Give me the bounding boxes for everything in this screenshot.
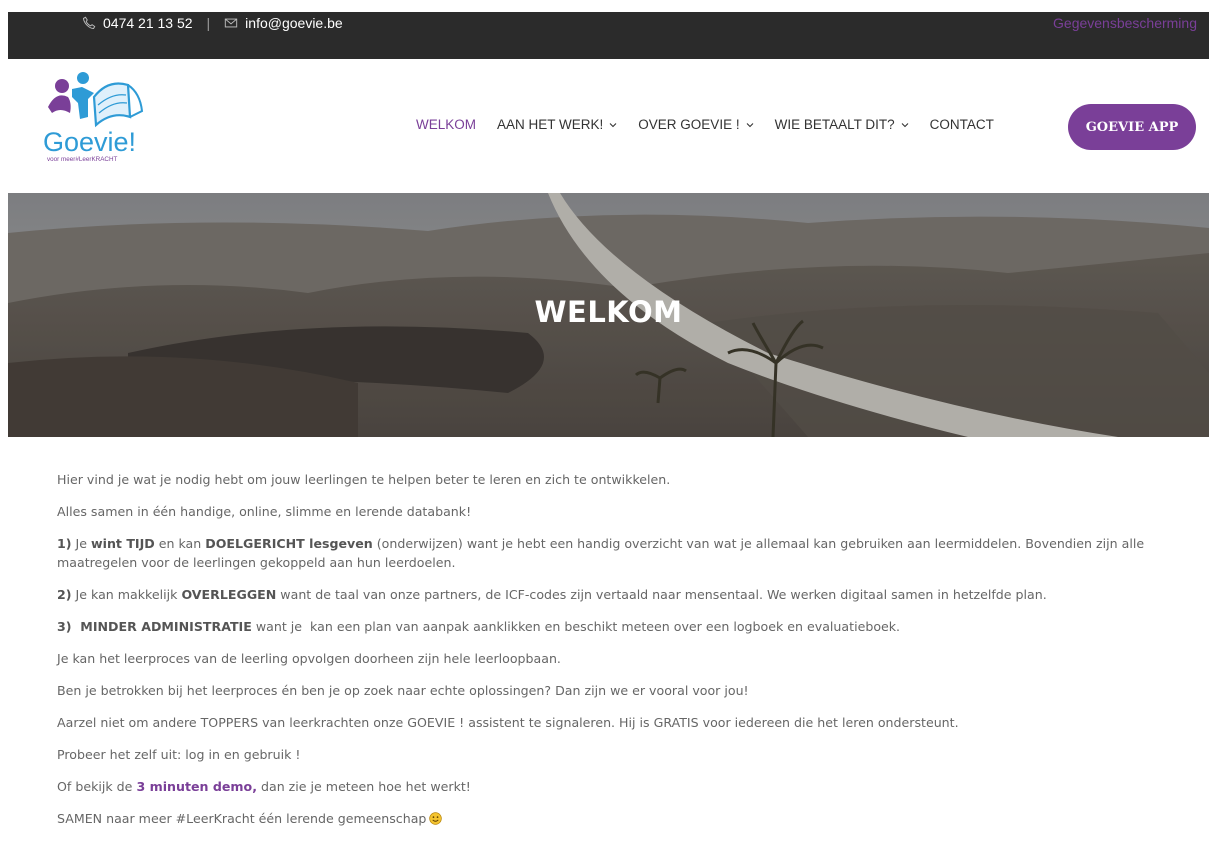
chevron-down-icon — [746, 122, 753, 127]
paragraph-probeer: Probeer het zelf uit: log in en gebruik … — [57, 747, 301, 762]
nav-item-welkom[interactable]: WELKOM — [416, 117, 476, 132]
main-content: Hier vind je wat je nodig hebt om jouw l… — [57, 470, 1197, 841]
point-number: 3) — [57, 619, 72, 634]
goevie-logo[interactable]: Goevie! voor meer#LeerKRACHT — [42, 67, 167, 163]
top-bar: 0474 21 13 52 | info@goevie.be Gegevensb… — [8, 12, 1209, 59]
logo-name: Goevie! — [43, 127, 136, 157]
logo-tagline: voor meer#LeerKRACHT — [47, 156, 117, 163]
nav-item-label: CONTACT — [929, 117, 994, 132]
chevron-down-icon — [901, 122, 908, 127]
paragraph-demo: Of bekijk de 3 minuten demo, dan zie je … — [57, 779, 471, 794]
nav-item-over-goevie[interactable]: OVER GOEVIE ! — [638, 117, 753, 132]
separator: | — [206, 15, 211, 31]
goevie-app-button[interactable]: GOEVIE APP — [1068, 104, 1196, 150]
nav-item-label: WIE BETAALT DIT? — [774, 117, 895, 132]
nav-item-contact[interactable]: CONTACT — [930, 117, 994, 132]
chevron-down-icon — [609, 122, 617, 127]
privacy-link[interactable]: Gegevensbescherming — [1053, 15, 1197, 31]
nav-item-aan-het-werk[interactable]: AAN HET WERK! — [497, 117, 617, 132]
paragraph-databank: Alles samen in één handige, online, slim… — [57, 504, 472, 519]
nav-item-label: WELKOM — [416, 117, 477, 132]
paragraph-point-2: 2) Je kan makkelijk OVERLEGGEN want de t… — [57, 587, 1047, 602]
main-nav: WELKOM AAN HET WERK! OVER GOEVIE ! WIE B… — [416, 117, 1015, 132]
site-header: Goevie! voor meer#LeerKRACHT WELKOM AAN … — [0, 59, 1209, 193]
phone-number[interactable]: 0474 21 13 52 — [103, 15, 193, 31]
nav-item-label: AAN HET WERK! — [497, 117, 604, 132]
nav-item-wie-betaalt-dit[interactable]: WIE BETAALT DIT? — [775, 117, 909, 132]
smiley-emoji-icon — [429, 812, 443, 825]
email-link[interactable]: info@goevie.be — [245, 15, 343, 31]
paragraph-intro: Hier vind je wat je nodig hebt om jouw l… — [57, 472, 671, 487]
point-number: 1) — [57, 536, 72, 551]
hero-banner: WELKOM — [8, 193, 1209, 437]
paragraph-point-3: 3) MINDER ADMINISTRATIE want je kan een … — [57, 619, 901, 634]
paragraph-leerloopbaan: Je kan het leerproces van de leerling op… — [57, 651, 561, 666]
paragraph-toppers: Aarzel niet om andere TOPPERS van leerkr… — [57, 715, 959, 730]
hero-title: WELKOM — [534, 295, 683, 329]
point-number: 2) — [57, 587, 72, 602]
demo-link[interactable]: 3 minuten demo, — [136, 779, 257, 794]
paragraph-point-1: 1) Je wint TIJD en kan DOELGERICHT lesge… — [57, 536, 1145, 570]
phone-icon — [82, 16, 96, 30]
nav-item-label: OVER GOEVIE ! — [638, 117, 740, 132]
paragraph-samen: SAMEN naar meer #LeerKracht één lerende … — [57, 809, 1197, 828]
envelope-icon — [225, 18, 238, 28]
paragraph-oplossingen: Ben je betrokken bij het leerproces én b… — [57, 683, 749, 698]
contact-info: 0474 21 13 52 | info@goevie.be — [82, 15, 343, 31]
